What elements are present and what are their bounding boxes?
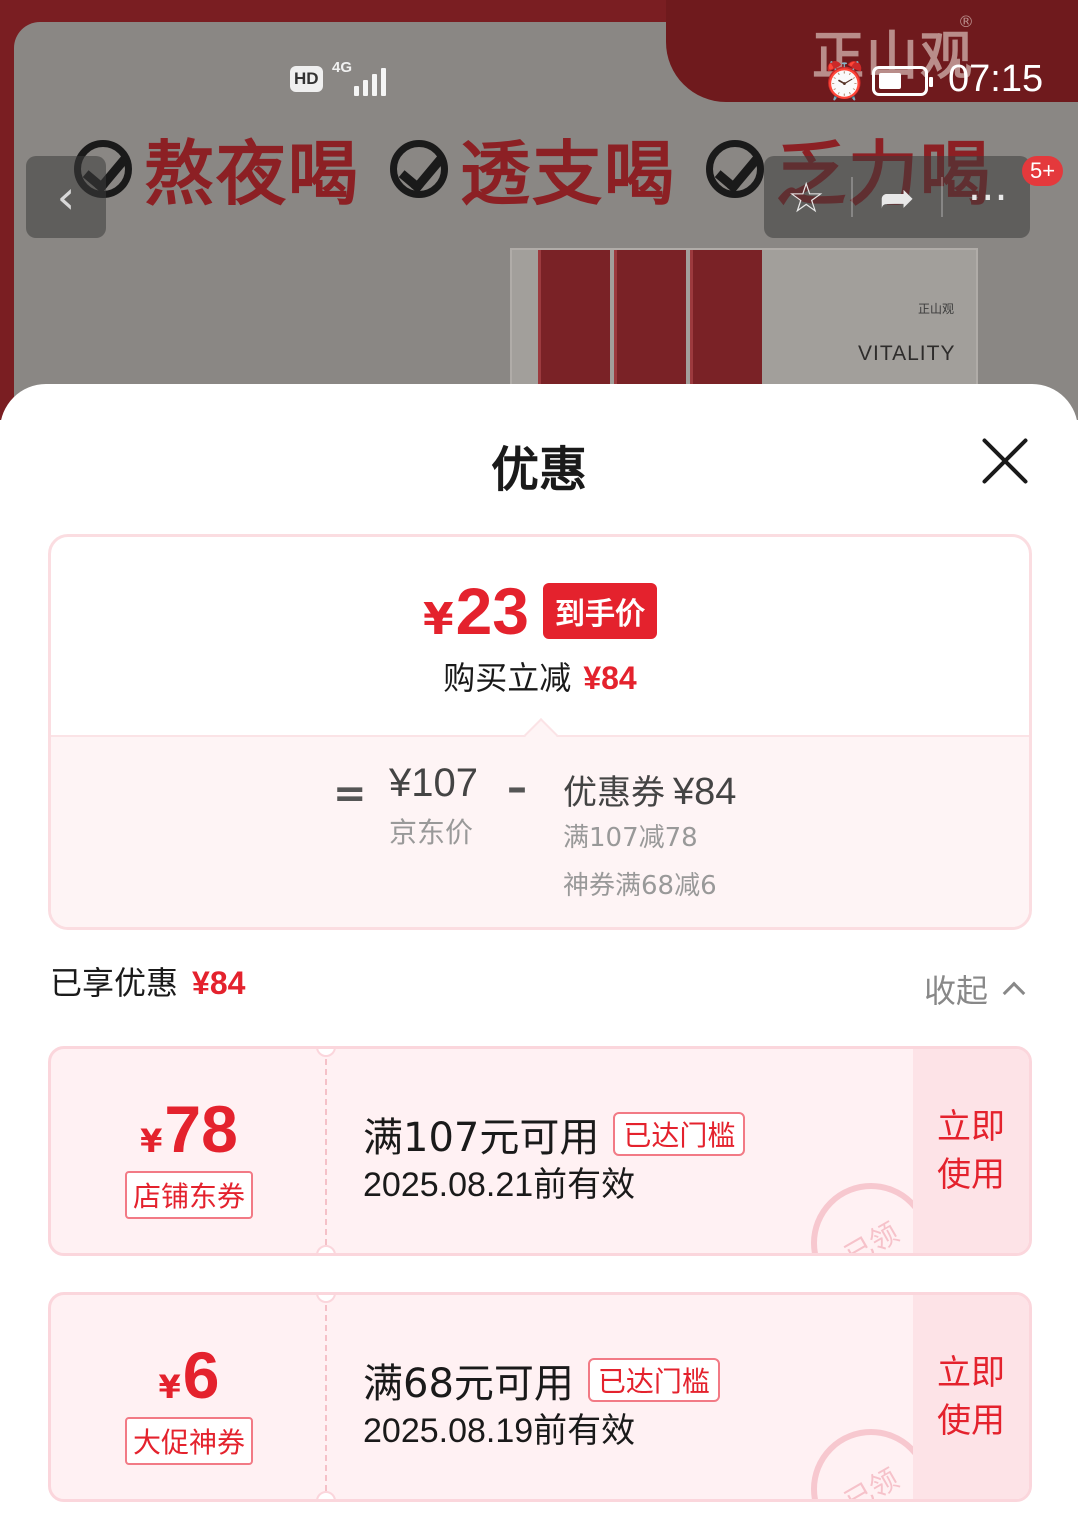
price-formula: = ¥107 京东价 – 优惠券 ¥84 满107减78 神券满68减6 <box>51 718 1029 927</box>
discount-sheet: 优惠 ¥ 23 到手价 购买立减 ¥84 = ¥107 京东价 – 优惠券 ¥84 … <box>0 384 1078 1528</box>
reduce-amount: ¥84 <box>583 660 637 696</box>
final-price-tag: 到手价 <box>543 583 658 639</box>
coupon-amount: ¥6 <box>51 1337 327 1413</box>
currency-symbol: ¥ <box>422 594 454 645</box>
reduce-label: 购买立减 <box>443 659 572 697</box>
coupon-detail: 满107减78 <box>563 823 698 853</box>
use-now-button[interactable]: 立即使用 <box>913 1295 1029 1499</box>
coupon-label: 优惠券 <box>563 773 665 813</box>
coupon-total: 优惠券 ¥84 <box>563 765 736 814</box>
price-summary: ¥ 23 到手价 购买立减 ¥84 <box>51 537 1029 735</box>
instant-reduce: 购买立减 ¥84 <box>51 653 1029 699</box>
coupon-value-panel: ¥6 大促神券 <box>51 1295 327 1499</box>
star-icon[interactable]: ☆ <box>766 173 846 222</box>
check-icon <box>706 139 764 198</box>
hd-icon: HD <box>290 66 323 92</box>
equals-sign: = <box>333 771 367 817</box>
price-breakdown-card: ¥ 23 到手价 购买立减 ¥84 = ¥107 京东价 – 优惠券 ¥84 满10… <box>48 534 1032 930</box>
coupon-amount-value: 6 <box>182 1338 220 1412</box>
coupon-card: ¥6 大促神券 满68元可用 已达门槛 2025.08.19前有效 已领 立即使… <box>48 1292 1032 1502</box>
coupon-type: 大促神券 <box>51 1417 327 1465</box>
minus-sign: – <box>507 765 527 811</box>
status-bar: HD 4G ⏰ 07:15 <box>0 58 1078 104</box>
final-price: 23 <box>455 574 530 648</box>
coupon-type-label: 大促神券 <box>124 1417 253 1465</box>
ticket-notch <box>316 1245 336 1253</box>
network-type: 4G <box>332 59 353 76</box>
enjoyed-amount: ¥84 <box>192 965 246 1001</box>
use-now-label: 立即使用 <box>937 1353 1005 1441</box>
dashed-divider <box>325 1305 327 1491</box>
coupon-amount-value: 78 <box>164 1092 238 1166</box>
jd-price-label: 京东价 <box>389 816 474 849</box>
dashed-divider <box>325 1059 327 1245</box>
final-price-row: ¥ 23 到手价 <box>51 573 1029 649</box>
currency-symbol: ¥ <box>158 1368 181 1406</box>
coupon-condition: 满68元可用 已达门槛 <box>363 1351 720 1409</box>
slogan-item: 透支喝 <box>390 118 676 219</box>
enjoyed-discount: 已享优惠 ¥84 <box>50 958 245 1004</box>
coupon-amount: ¥78 <box>51 1091 327 1167</box>
slogan-item: 熬夜喝 <box>74 118 360 219</box>
coupon-card: ¥78 店铺东券 满107元可用 已达门槛 2025.08.21前有效 已领 立… <box>48 1046 1032 1256</box>
product-text: VITALITY <box>858 342 956 365</box>
cart-badge: 5+ <box>1022 156 1064 186</box>
close-icon[interactable] <box>980 436 1030 486</box>
top-actions: ☆ ➦ ··· <box>764 156 1030 238</box>
claimed-stamp-text: 已领 <box>839 1216 905 1256</box>
collapse-button[interactable]: 收起 <box>924 966 1026 1012</box>
battery-icon <box>872 66 933 96</box>
coupon-total-value: ¥84 <box>673 771 737 813</box>
coupon-validity: 2025.08.19前有效 <box>363 1412 636 1450</box>
ticket-notch <box>316 1491 336 1499</box>
check-icon <box>390 139 448 198</box>
coupon-value-panel: ¥78 店铺东券 <box>51 1049 327 1253</box>
alarm-icon: ⏰ <box>822 61 867 102</box>
divider <box>850 177 853 217</box>
coupon-condition-text: 满68元可用 <box>363 1361 574 1407</box>
coupon-type: 店铺东券 <box>51 1171 327 1219</box>
chevron-left-icon: ‹ <box>56 170 76 224</box>
signal-icon <box>354 64 390 96</box>
coupon-type-label: 店铺东券 <box>124 1171 253 1219</box>
divider <box>941 177 944 217</box>
registered-mark: ® <box>958 12 974 31</box>
share-icon[interactable]: ➦ <box>857 173 937 222</box>
jd-price: ¥107 <box>389 761 478 805</box>
clock: 07:15 <box>948 58 1044 100</box>
threshold-tag: 已达门槛 <box>587 1358 720 1402</box>
use-now-button[interactable]: 立即使用 <box>913 1049 1029 1253</box>
coupon-condition: 满107元可用 已达门槛 <box>363 1105 746 1163</box>
box-logo: 正山观 <box>918 302 955 316</box>
collapse-label: 收起 <box>924 972 989 1010</box>
back-button[interactable]: ‹ <box>26 156 106 238</box>
slogan-text: 透支喝 <box>460 133 676 215</box>
slogan-text: 熬夜喝 <box>144 133 360 215</box>
currency-symbol: ¥ <box>140 1122 163 1160</box>
claimed-stamp-text: 已领 <box>839 1462 905 1502</box>
threshold-tag: 已达门槛 <box>613 1112 746 1156</box>
chevron-up-icon <box>1002 981 1026 1005</box>
use-now-label: 立即使用 <box>937 1107 1005 1195</box>
more-icon[interactable]: ··· <box>948 173 1028 222</box>
coupon-detail: 神券满68减6 <box>563 871 717 901</box>
coupon-condition-text: 满107元可用 <box>363 1115 600 1161</box>
coupon-validity: 2025.08.21前有效 <box>363 1166 636 1204</box>
sheet-title: 优惠 <box>490 442 587 498</box>
enjoyed-label: 已享优惠 <box>50 964 179 1002</box>
